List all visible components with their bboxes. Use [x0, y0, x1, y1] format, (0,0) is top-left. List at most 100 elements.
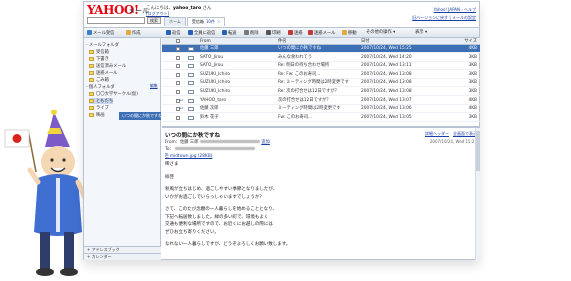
- message-row[interactable]: 佐藤 三郎 いつの間にか秋ですね 2007/10/24, Wed 15:25 4KB: [162, 45, 480, 53]
- detail-header-link[interactable]: 詳細ヘッダー: [425, 131, 449, 136]
- column-subject[interactable]: 件名: [278, 38, 358, 45]
- folder-icon: [89, 92, 94, 96]
- folder-icon: [89, 64, 94, 68]
- folder-icon: [89, 99, 94, 103]
- move-button[interactable]: 移動: [342, 30, 357, 37]
- to-label: To：: [165, 147, 174, 152]
- row-size: 3KB: [468, 71, 478, 77]
- header-link-settings[interactable]: 旧バージョンに戻す | メールの設定: [412, 15, 476, 20]
- row-checkbox[interactable]: [176, 55, 180, 60]
- compose-label: 作成: [132, 31, 141, 36]
- compose-button[interactable]: 作成: [126, 30, 141, 37]
- header: YAHOO! JAPAN メール こんにちは、yahoo_taro さん [ログ…: [84, 2, 479, 27]
- spam-icon: [288, 30, 293, 35]
- folder-friends[interactable]: ともだち: [89, 98, 114, 104]
- attachment-link[interactable]: ⎘ midtown.jpg (28KB): [165, 154, 212, 159]
- spam-mail-icon: [308, 30, 313, 35]
- preview-date: 2007/10/24, Wed 15:25: [429, 139, 477, 144]
- mail-folders-header[interactable]: - メールフォルダ: [86, 42, 119, 48]
- from-name[interactable]: 佐藤 三郎: [180, 140, 199, 145]
- greeting-suffix: さん: [201, 6, 212, 11]
- message-row[interactable]: ↩ YAHOO_taro 次の打合せは12日ですが？ 2007/10/24, Wed …: [162, 97, 480, 105]
- row-subject: Re: Fw: このお寿司...: [278, 71, 321, 77]
- preview-to: To：: [165, 146, 256, 152]
- search-input[interactable]: [87, 17, 145, 24]
- view-menu[interactable]: 表示 ▾: [415, 30, 427, 36]
- scrollbar-thumb[interactable]: [476, 131, 480, 171]
- message-row[interactable]: SUZUKI_Ichiro Re: 次の打合せは12日ですが？ 2007/10/24…: [162, 88, 480, 96]
- folder-sent[interactable]: 送信済みメール: [89, 63, 126, 69]
- reply-button[interactable]: 返信: [166, 30, 181, 37]
- folder-icon: [89, 50, 94, 54]
- folder-drafts[interactable]: 下書き: [89, 56, 109, 62]
- row-checkbox[interactable]: [176, 72, 180, 77]
- compose-icon: [126, 30, 131, 35]
- column-date[interactable]: 日付: [361, 38, 431, 45]
- tab-home[interactable]: ホーム: [164, 17, 186, 26]
- folder-movies[interactable]: 映画: [89, 112, 105, 118]
- row-from: YAHOO_taro: [200, 97, 226, 103]
- message-row[interactable]: SUZUKI_Ichiro Re: Fw: このお寿司... 2007/10/24,…: [162, 71, 480, 79]
- personal-folders-header[interactable]: - 個人フォルダ: [86, 84, 115, 90]
- folder-inbox[interactable]: 受信箱: [89, 49, 109, 55]
- row-date: 2007/10/24, Wed 13:11: [361, 63, 412, 69]
- message-row[interactable]: SATO_Jirou Re: 明日の待ち合わせ場所 2007/10/24, Wed …: [162, 62, 480, 71]
- delete-button[interactable]: 削除: [244, 30, 259, 37]
- address-book-link[interactable]: + アドレスブック: [84, 246, 161, 253]
- mail-receive-button[interactable]: メール受信: [87, 30, 114, 37]
- calendar-link[interactable]: + カレンダー: [84, 253, 161, 260]
- folder-drafts-label: 下書き: [96, 57, 109, 62]
- row-from: SATO_Jirou: [200, 54, 224, 60]
- body-paragraph: 拝啓: [165, 174, 174, 180]
- row-checkbox[interactable]: [176, 90, 180, 94]
- folder-spam[interactable]: 迷惑メール: [89, 70, 117, 76]
- message-row[interactable]: SUZUKI_Ichiro Re: ミーティング時間は2時変更です 2007/10/…: [162, 79, 480, 88]
- row-checkbox[interactable]: [176, 64, 180, 69]
- row-from: SUZUKI_Ichiro: [200, 89, 230, 94]
- edit-folders-link[interactable]: 編集: [150, 83, 158, 89]
- folder-circle[interactable]: 〇〇大学サークル(仮): [89, 91, 138, 97]
- preview-pane: いつの間にか秋ですね 詳細ヘッダー 全画面で表示 From：佐藤 三郎 追加 20…: [162, 126, 480, 260]
- column-from[interactable]: From: [200, 38, 278, 45]
- close-icon[interactable]: ×: [217, 19, 220, 24]
- mail-receive-icon: [87, 30, 92, 35]
- toolbar: メール受信 作成 返信 全員に返信 転送 削除 印刷 迷惑 迷惑メール 移動 そ…: [84, 27, 479, 38]
- preview-links: 詳細ヘッダー 全画面で表示: [421, 131, 477, 137]
- folder-trash[interactable]: ごみ箱: [89, 77, 109, 83]
- redacted-email: [199, 140, 260, 143]
- column-size[interactable]: サイズ: [453, 38, 477, 45]
- message-row[interactable]: SATO_Jirou みんな食われてう 2007/10/24, Wed 14:20 3…: [162, 54, 480, 62]
- spam-mail-label: 迷惑メール: [314, 31, 336, 36]
- tab-bar: ホーム 受信箱 10件 ×: [164, 17, 226, 27]
- trash-icon: [89, 78, 94, 82]
- preview-scrollbar[interactable]: [475, 128, 480, 260]
- row-checkbox[interactable]: [176, 47, 180, 51]
- add-contact-link[interactable]: 追加: [261, 140, 270, 145]
- row-checkbox[interactable]: [176, 115, 180, 120]
- folder-live[interactable]: ライブ: [89, 105, 109, 111]
- message-row[interactable]: ↩ 佐藤 次郎 ミーティング時間は2時変更です 2007/10/24, Wed 13:…: [162, 105, 480, 114]
- forward-button[interactable]: 転送: [222, 30, 237, 37]
- envelope-icon: [188, 107, 194, 112]
- more-actions-menu[interactable]: その他の操作 ▾: [366, 30, 395, 36]
- reply-all-icon: [188, 30, 193, 35]
- header-link-help[interactable]: Yahoo! JAPAN - ヘルプ: [434, 7, 476, 12]
- spam-button[interactable]: 迷惑: [288, 30, 303, 37]
- envelope-icon: [188, 64, 194, 69]
- select-all-checkbox[interactable]: [176, 39, 180, 43]
- mail-receive-label: メール受信: [93, 31, 115, 36]
- print-button[interactable]: 印刷: [266, 30, 281, 37]
- fullscreen-link[interactable]: 全画面で表示: [453, 131, 477, 136]
- row-checkbox[interactable]: [176, 81, 180, 86]
- forward-label: 転送: [228, 31, 237, 36]
- message-row[interactable]: 鈴木 花子 Fw: このお寿司... 2007/10/24, Wed 13:05 3K…: [162, 114, 480, 122]
- row-date: 2007/10/24, Wed 13:08: [361, 71, 412, 77]
- tab-home-label: ホーム: [169, 19, 181, 24]
- tab-inbox[interactable]: 受信箱 10件 ×: [186, 17, 226, 26]
- search-button[interactable]: 検索: [147, 17, 161, 24]
- folder-friends-label: ともだち: [96, 99, 114, 104]
- row-size: 3KB: [468, 54, 478, 60]
- reply-all-button[interactable]: 全員に返信: [188, 30, 215, 37]
- row-size: 4KB: [468, 97, 478, 103]
- spam-mail-button[interactable]: 迷惑メール: [308, 30, 335, 37]
